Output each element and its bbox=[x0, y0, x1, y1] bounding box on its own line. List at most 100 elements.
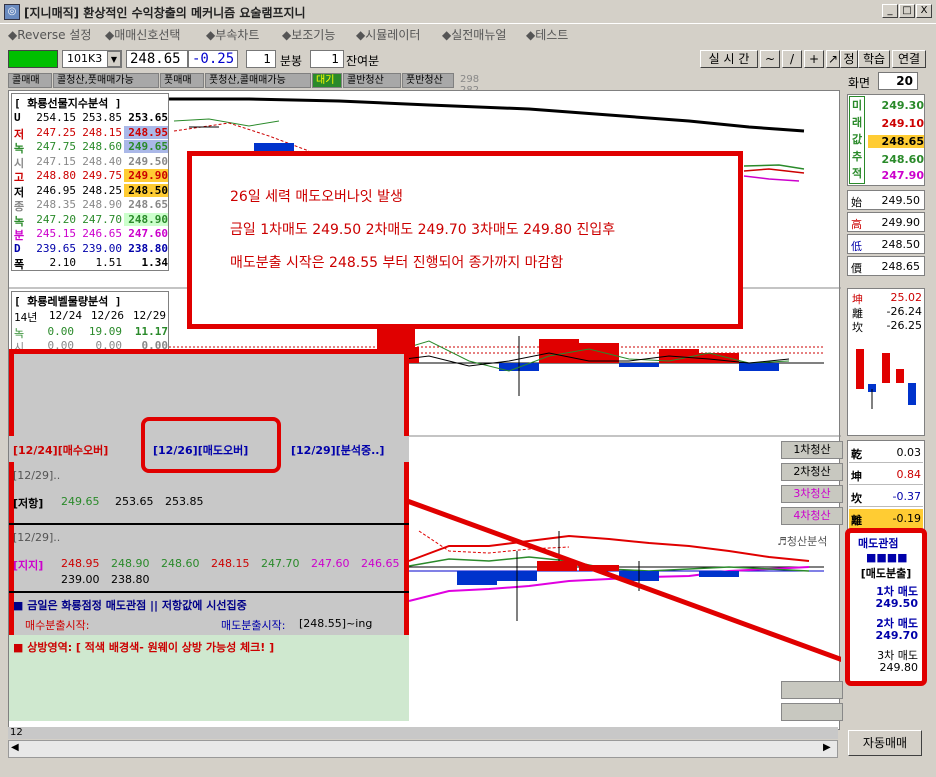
menu-manual[interactable]: ◆실전매뉴얼 bbox=[442, 26, 506, 43]
minimize-button[interactable]: _ bbox=[882, 4, 898, 18]
menu-simulator[interactable]: ◆시뮬레이터 bbox=[356, 26, 420, 43]
support-val-1: 248.95 bbox=[61, 557, 100, 570]
tab-call-clear[interactable]: 콜청산,풋매매가능 bbox=[53, 73, 159, 88]
futures-row: 폭 2.10 1.51 1.34 bbox=[14, 256, 168, 271]
trigram-row: 乾 0.03 bbox=[849, 443, 923, 463]
tool-arrow[interactable]: ↗ bbox=[826, 50, 840, 68]
level-row: 녹 0.00 19.09 11.17 bbox=[14, 325, 168, 340]
ohlc-row: 高 249.90 bbox=[847, 212, 925, 232]
futures-row: 녹 247.75 248.60 249.65 bbox=[14, 140, 168, 155]
liquidation-2-button[interactable]: 2차청산 bbox=[781, 463, 843, 481]
tab-call-trade[interactable]: 콜매매 bbox=[8, 73, 52, 88]
current-price: 248.65 bbox=[126, 50, 188, 68]
sell-view-blocks: ■■■■ bbox=[866, 551, 908, 564]
price-change: -0.25 bbox=[188, 50, 238, 68]
support-label: [지지] bbox=[13, 559, 44, 572]
level-side-row: 坎 -26.25 bbox=[852, 319, 922, 334]
tool-cross[interactable]: + bbox=[804, 50, 824, 68]
resist-val-1: 249.65 bbox=[61, 495, 100, 508]
date-buy-over[interactable]: [12/24][매수오버] bbox=[13, 442, 108, 458]
auto-trade-button[interactable]: 자동매매 bbox=[848, 730, 922, 756]
sell1-value: 249.50 bbox=[875, 597, 918, 610]
screen-label: 화면 bbox=[848, 76, 871, 90]
tab-put-clear[interactable]: 풋청산,콜매매가능 bbox=[205, 73, 311, 88]
jung-button[interactable]: 정 bbox=[840, 50, 858, 68]
status-indicator bbox=[8, 50, 58, 68]
close-button[interactable]: X bbox=[916, 4, 932, 18]
tab-put-trade[interactable]: 풋매매 bbox=[160, 73, 204, 88]
window-title: [지니매직] 환상적인 수익창출의 메커니즘 요술램프지니 bbox=[24, 6, 306, 20]
tab-wait[interactable]: 대기 bbox=[312, 73, 342, 88]
annotation-line3: 매도분출 시작은 248.55 부터 진행되어 종가까지 마감함 bbox=[230, 255, 564, 271]
tab-put-half[interactable]: 풋반청산 bbox=[402, 73, 454, 88]
level-title: [ 화룡레벨물량분석 ] bbox=[14, 295, 122, 308]
horizontal-scrollbar[interactable]: ◀ ▶ bbox=[8, 740, 838, 758]
side-panel: 미 래 값 추 적 249.30 249.10 248.65 248.60 24… bbox=[845, 90, 927, 730]
level-side-box: 坤 25.02 離 -26.24 坎 -26.25 bbox=[847, 288, 925, 436]
scroll-left-icon[interactable]: ◀ bbox=[11, 742, 19, 753]
divider bbox=[9, 523, 409, 525]
resist-val-3: 253.85 bbox=[165, 495, 204, 508]
blank-button-2[interactable] bbox=[781, 703, 843, 721]
price-v2: 249.10 bbox=[881, 117, 924, 130]
liquidation-4-button[interactable]: 4차청산 bbox=[781, 507, 843, 525]
bun-input[interactable]: 1 bbox=[246, 50, 276, 68]
screen-value[interactable]: 20 bbox=[878, 72, 918, 90]
menu-reverse[interactable]: ◆Reverse 설정 bbox=[8, 26, 91, 43]
support-val-5: 247.70 bbox=[261, 557, 300, 570]
support-val-7: 246.65 bbox=[361, 557, 400, 570]
liquidation-analysis-link[interactable]: ♬청산분석 bbox=[777, 533, 827, 549]
menu-signal[interactable]: ◆매매신호선택 bbox=[105, 26, 180, 43]
liquidation-3-button[interactable]: 3차청산 bbox=[781, 485, 843, 503]
price-v5: 247.90 bbox=[881, 169, 924, 182]
menu-aux[interactable]: ◆보조기능 bbox=[282, 26, 335, 43]
ohlc-row: 價 248.65 bbox=[847, 256, 925, 276]
futures-row: 종 248.35 248.90 248.65 bbox=[14, 198, 168, 213]
trigram-row: 坤 0.84 bbox=[849, 465, 923, 485]
liquidation-1-button[interactable]: 1차청산 bbox=[781, 441, 843, 459]
menu-subchart[interactable]: ◆부속차트 bbox=[206, 26, 259, 43]
app-icon[interactable]: ◎ bbox=[4, 4, 20, 20]
annotation-box: 26일 세력 매도오버나잇 발생 금일 1차매도 249.50 2차매도 249… bbox=[187, 151, 743, 329]
futures-row: 분 245.15 246.65 247.60 bbox=[14, 227, 168, 242]
price-v1: 249.30 bbox=[881, 99, 924, 112]
tab-call-half[interactable]: 콜반청산 bbox=[343, 73, 401, 88]
learn-button[interactable]: 학습 bbox=[858, 50, 890, 68]
support-val-4: 248.15 bbox=[211, 557, 250, 570]
divider bbox=[9, 591, 409, 593]
level-header: 14년 12/24 12/26 12/29 bbox=[14, 309, 166, 324]
annotation-line1: 26일 세력 매도오버나잇 발생 bbox=[230, 189, 403, 205]
status-text: 12 bbox=[10, 727, 23, 738]
futures-row: 고 248.80 249.75 249.90 bbox=[14, 169, 168, 184]
resist-date: [12/29].. bbox=[13, 469, 61, 482]
chart-area[interactable]: [ 화룡선물지수분석 ] U 254.15 253.85 253.65 저 247.25 2… bbox=[8, 90, 843, 730]
menu-test[interactable]: ◆테스트 bbox=[526, 26, 568, 43]
support-val-2: 248.90 bbox=[111, 557, 150, 570]
tool-line[interactable]: / bbox=[782, 50, 802, 68]
highlight-ring bbox=[141, 417, 281, 473]
trigram-row: 離 -0.19 bbox=[849, 509, 923, 529]
price-v3: 248.65 bbox=[868, 135, 924, 148]
scroll-right-icon[interactable]: ▶ bbox=[823, 742, 831, 753]
connect-button[interactable]: 연결 bbox=[892, 50, 926, 68]
support-date: [12/29].. bbox=[13, 531, 61, 544]
bun-label: 분봉 bbox=[280, 54, 303, 68]
date-analyzing[interactable]: [12/29][분석중..] bbox=[291, 442, 384, 458]
maximize-button[interactable]: □ bbox=[899, 4, 915, 18]
tool-wave[interactable]: ~ bbox=[760, 50, 780, 68]
jan-input[interactable]: 1 bbox=[310, 50, 344, 68]
annotation-line2: 금일 1차매도 249.50 2차매도 249.70 3차매도 249.80 진… bbox=[230, 222, 616, 238]
blank-button-1[interactable] bbox=[781, 681, 843, 699]
resist-block: [12/29].. [저항] 249.65 253.65 253.85 bbox=[13, 467, 403, 525]
futures-title: [ 화룡선물지수분석 ] bbox=[14, 97, 122, 110]
note-upside: ■ 상방영역: [ 적색 배경색- 원웨이 상방 가능성 체크! ] bbox=[13, 641, 275, 654]
status-bar: 12 bbox=[8, 727, 838, 739]
note-sell-start-value: [248.55]~ing bbox=[299, 617, 373, 630]
futures-row: D 239.65 239.00 238.80 bbox=[14, 241, 168, 255]
sell-burst-label: [매도분출] bbox=[860, 567, 912, 580]
futures-row: U 254.15 253.85 253.65 bbox=[14, 111, 168, 124]
realtime-button[interactable]: 실 시 간 bbox=[700, 50, 758, 68]
sell2-value: 249.70 bbox=[875, 629, 918, 642]
price-side-box: 미 래 값 추 적 249.30 249.10 248.65 248.60 24… bbox=[847, 94, 925, 186]
chevron-down-icon[interactable]: ▼ bbox=[107, 51, 121, 67]
